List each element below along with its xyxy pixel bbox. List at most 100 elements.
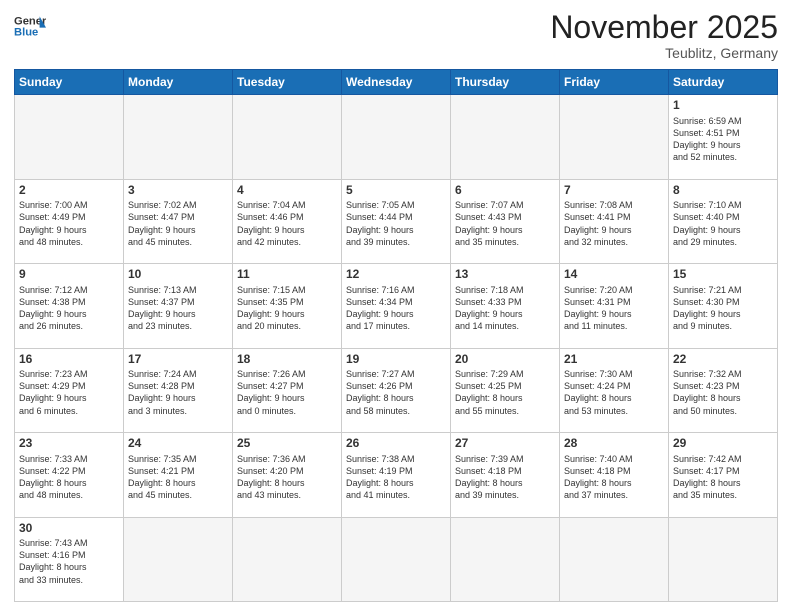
svg-text:Blue: Blue [14,27,38,39]
calendar-cell: 11Sunrise: 7:15 AM Sunset: 4:35 PM Dayli… [233,264,342,348]
day-number: 3 [128,183,228,199]
calendar-cell: 7Sunrise: 7:08 AM Sunset: 4:41 PM Daylig… [560,179,669,263]
day-number: 30 [19,521,119,537]
day-info: Sunrise: 7:27 AM Sunset: 4:26 PM Dayligh… [346,368,446,417]
calendar-cell: 14Sunrise: 7:20 AM Sunset: 4:31 PM Dayli… [560,264,669,348]
day-info: Sunrise: 7:18 AM Sunset: 4:33 PM Dayligh… [455,284,555,333]
calendar-cell: 12Sunrise: 7:16 AM Sunset: 4:34 PM Dayli… [342,264,451,348]
day-number: 16 [19,352,119,368]
month-title: November 2025 [550,10,778,45]
day-info: Sunrise: 7:23 AM Sunset: 4:29 PM Dayligh… [19,368,119,417]
calendar-cell: 26Sunrise: 7:38 AM Sunset: 4:19 PM Dayli… [342,433,451,517]
day-header-thursday: Thursday [451,70,560,95]
calendar-cell: 30Sunrise: 7:43 AM Sunset: 4:16 PM Dayli… [15,517,124,601]
header: General Blue November 2025 Teublitz, Ger… [14,10,778,61]
calendar-cell: 10Sunrise: 7:13 AM Sunset: 4:37 PM Dayli… [124,264,233,348]
calendar-cell: 9Sunrise: 7:12 AM Sunset: 4:38 PM Daylig… [15,264,124,348]
calendar-cell: 5Sunrise: 7:05 AM Sunset: 4:44 PM Daylig… [342,179,451,263]
day-number: 26 [346,436,446,452]
day-number: 14 [564,267,664,283]
location: Teublitz, Germany [550,45,778,61]
day-number: 28 [564,436,664,452]
calendar-cell [233,517,342,601]
day-info: Sunrise: 7:38 AM Sunset: 4:19 PM Dayligh… [346,453,446,502]
title-block: November 2025 Teublitz, Germany [550,10,778,61]
day-info: Sunrise: 6:59 AM Sunset: 4:51 PM Dayligh… [673,115,773,164]
day-info: Sunrise: 7:10 AM Sunset: 4:40 PM Dayligh… [673,199,773,248]
day-header-monday: Monday [124,70,233,95]
day-info: Sunrise: 7:36 AM Sunset: 4:20 PM Dayligh… [237,453,337,502]
day-number: 20 [455,352,555,368]
day-number: 4 [237,183,337,199]
calendar-row-4: 23Sunrise: 7:33 AM Sunset: 4:22 PM Dayli… [15,433,778,517]
calendar-cell: 25Sunrise: 7:36 AM Sunset: 4:20 PM Dayli… [233,433,342,517]
day-number: 5 [346,183,446,199]
day-number: 27 [455,436,555,452]
day-info: Sunrise: 7:33 AM Sunset: 4:22 PM Dayligh… [19,453,119,502]
calendar-row-1: 2Sunrise: 7:00 AM Sunset: 4:49 PM Daylig… [15,179,778,263]
calendar-cell: 21Sunrise: 7:30 AM Sunset: 4:24 PM Dayli… [560,348,669,432]
day-info: Sunrise: 7:05 AM Sunset: 4:44 PM Dayligh… [346,199,446,248]
day-info: Sunrise: 7:13 AM Sunset: 4:37 PM Dayligh… [128,284,228,333]
calendar-cell: 13Sunrise: 7:18 AM Sunset: 4:33 PM Dayli… [451,264,560,348]
day-info: Sunrise: 7:00 AM Sunset: 4:49 PM Dayligh… [19,199,119,248]
page: General Blue November 2025 Teublitz, Ger… [0,0,792,612]
calendar-cell: 1Sunrise: 6:59 AM Sunset: 4:51 PM Daylig… [669,95,778,179]
calendar-row-5: 30Sunrise: 7:43 AM Sunset: 4:16 PM Dayli… [15,517,778,601]
day-info: Sunrise: 7:16 AM Sunset: 4:34 PM Dayligh… [346,284,446,333]
day-number: 10 [128,267,228,283]
logo-icon: General Blue [14,10,46,42]
day-info: Sunrise: 7:43 AM Sunset: 4:16 PM Dayligh… [19,537,119,586]
day-info: Sunrise: 7:35 AM Sunset: 4:21 PM Dayligh… [128,453,228,502]
calendar-cell: 23Sunrise: 7:33 AM Sunset: 4:22 PM Dayli… [15,433,124,517]
day-number: 29 [673,436,773,452]
calendar-cell [669,517,778,601]
calendar-cell: 28Sunrise: 7:40 AM Sunset: 4:18 PM Dayli… [560,433,669,517]
day-number: 24 [128,436,228,452]
day-info: Sunrise: 7:29 AM Sunset: 4:25 PM Dayligh… [455,368,555,417]
day-info: Sunrise: 7:24 AM Sunset: 4:28 PM Dayligh… [128,368,228,417]
day-header-sunday: Sunday [15,70,124,95]
day-header-tuesday: Tuesday [233,70,342,95]
calendar-cell: 27Sunrise: 7:39 AM Sunset: 4:18 PM Dayli… [451,433,560,517]
day-info: Sunrise: 7:32 AM Sunset: 4:23 PM Dayligh… [673,368,773,417]
calendar-cell: 3Sunrise: 7:02 AM Sunset: 4:47 PM Daylig… [124,179,233,263]
logo: General Blue [14,10,46,42]
calendar-cell: 24Sunrise: 7:35 AM Sunset: 4:21 PM Dayli… [124,433,233,517]
day-number: 15 [673,267,773,283]
calendar-cell: 29Sunrise: 7:42 AM Sunset: 4:17 PM Dayli… [669,433,778,517]
calendar-row-0: 1Sunrise: 6:59 AM Sunset: 4:51 PM Daylig… [15,95,778,179]
day-info: Sunrise: 7:12 AM Sunset: 4:38 PM Dayligh… [19,284,119,333]
calendar-cell [233,95,342,179]
day-header-friday: Friday [560,70,669,95]
calendar-cell [15,95,124,179]
day-info: Sunrise: 7:04 AM Sunset: 4:46 PM Dayligh… [237,199,337,248]
day-number: 19 [346,352,446,368]
day-number: 9 [19,267,119,283]
calendar-cell [342,517,451,601]
day-info: Sunrise: 7:21 AM Sunset: 4:30 PM Dayligh… [673,284,773,333]
day-info: Sunrise: 7:42 AM Sunset: 4:17 PM Dayligh… [673,453,773,502]
day-info: Sunrise: 7:15 AM Sunset: 4:35 PM Dayligh… [237,284,337,333]
day-number: 18 [237,352,337,368]
day-number: 12 [346,267,446,283]
calendar-cell [560,95,669,179]
calendar-cell: 20Sunrise: 7:29 AM Sunset: 4:25 PM Dayli… [451,348,560,432]
calendar-cell: 2Sunrise: 7:00 AM Sunset: 4:49 PM Daylig… [15,179,124,263]
day-info: Sunrise: 7:26 AM Sunset: 4:27 PM Dayligh… [237,368,337,417]
calendar-cell: 6Sunrise: 7:07 AM Sunset: 4:43 PM Daylig… [451,179,560,263]
calendar-cell [124,517,233,601]
calendar-cell: 16Sunrise: 7:23 AM Sunset: 4:29 PM Dayli… [15,348,124,432]
calendar-row-2: 9Sunrise: 7:12 AM Sunset: 4:38 PM Daylig… [15,264,778,348]
day-info: Sunrise: 7:40 AM Sunset: 4:18 PM Dayligh… [564,453,664,502]
calendar-table: SundayMondayTuesdayWednesdayThursdayFrid… [14,69,778,602]
day-number: 21 [564,352,664,368]
calendar-cell [124,95,233,179]
day-number: 7 [564,183,664,199]
calendar-cell: 15Sunrise: 7:21 AM Sunset: 4:30 PM Dayli… [669,264,778,348]
day-header-wednesday: Wednesday [342,70,451,95]
day-number: 8 [673,183,773,199]
day-number: 25 [237,436,337,452]
calendar-cell: 18Sunrise: 7:26 AM Sunset: 4:27 PM Dayli… [233,348,342,432]
day-number: 22 [673,352,773,368]
